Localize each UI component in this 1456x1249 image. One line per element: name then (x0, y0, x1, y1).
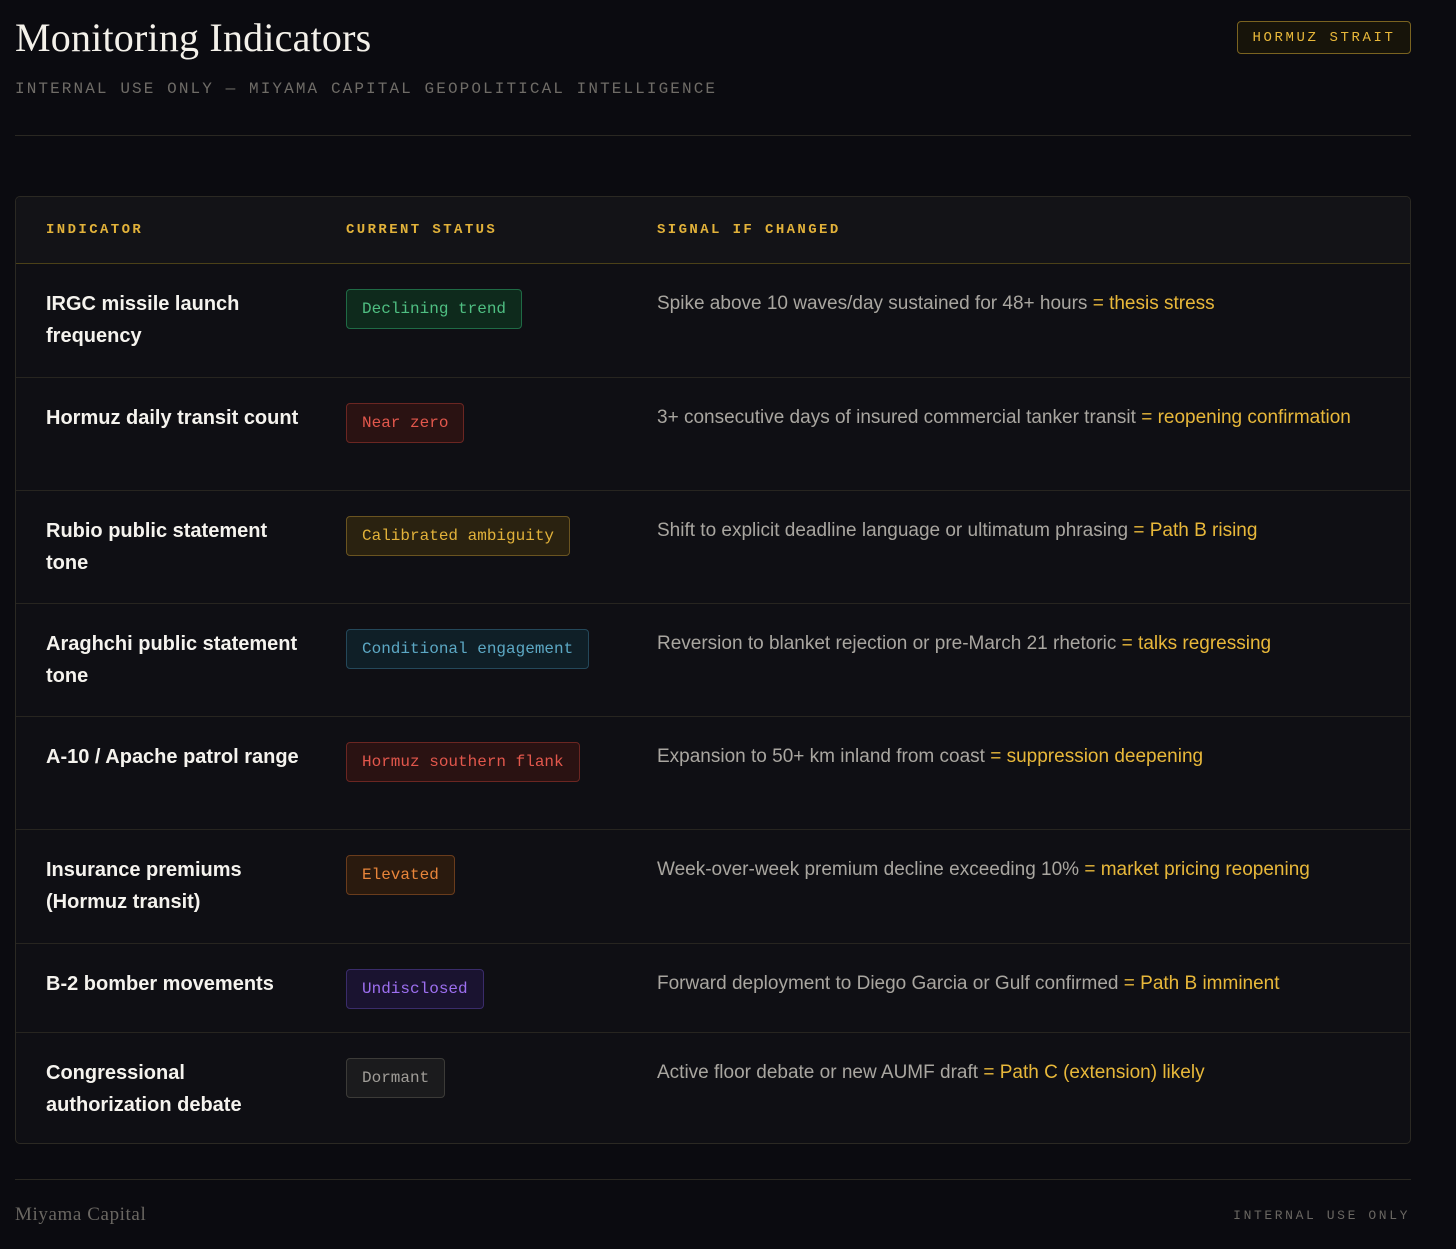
signal-emphasis: = suppression deepening (990, 746, 1204, 767)
table-row: Araghchi public statement tone Condition… (16, 604, 1410, 717)
indicator-name: Hormuz daily transit count (46, 407, 299, 429)
signal-emphasis: = thesis stress (1092, 293, 1215, 314)
signal-text: Week-over-week premium decline exceeding… (657, 859, 1310, 880)
header-divider (15, 135, 1411, 136)
status-badge: Undisclosed (346, 969, 484, 1009)
signal-emphasis: = market pricing reopening (1084, 859, 1310, 880)
status-badge: Near zero (346, 403, 465, 443)
indicator-name: A-10 / Apache patrol range (46, 746, 299, 768)
signal-emphasis: = Path B imminent (1123, 973, 1280, 994)
signal-text: Spike above 10 waves/day sustained for 4… (657, 293, 1215, 314)
signal-text: Shift to explicit deadline language or u… (657, 520, 1258, 541)
signal-text: Active floor debate or new AUMF draft = … (657, 1062, 1205, 1083)
column-header-status: CURRENT STATUS (346, 222, 498, 238)
signal-emphasis: = reopening confirmation (1141, 407, 1351, 428)
status-badge: Dormant (346, 1058, 446, 1098)
table-row: Insurance premiums (Hormuz transit) Elev… (16, 830, 1410, 944)
status-badge: Hormuz southern flank (346, 742, 580, 782)
footer-note: INTERNAL USE ONLY (1233, 1208, 1410, 1223)
indicator-name: Insurance premiums (Hormuz transit) (46, 859, 242, 913)
status-badge: Calibrated ambiguity (346, 516, 571, 556)
page-title: Monitoring Indicators (15, 15, 372, 60)
indicator-name: Rubio public statement tone (46, 520, 268, 574)
indicator-name: Congressional authorization debate (46, 1062, 242, 1116)
table-row: A-10 / Apache patrol range Hormuz southe… (16, 717, 1410, 830)
indicator-name: Araghchi public statement tone (46, 633, 298, 687)
column-header-signal: SIGNAL IF CHANGED (657, 222, 841, 238)
status-badge: Conditional engagement (346, 629, 590, 669)
indicator-name: IRGC missile launch frequency (46, 293, 240, 347)
table-row: Hormuz daily transit count Near zero 3+ … (16, 378, 1410, 491)
signal-emphasis: = Path B rising (1133, 520, 1258, 541)
footer-divider (15, 1179, 1411, 1180)
signal-emphasis: = Path C (extension) likely (983, 1062, 1205, 1083)
signal-text: Expansion to 50+ km inland from coast = … (657, 746, 1204, 767)
status-badge: Elevated (346, 855, 455, 895)
table-header: INDICATOR CURRENT STATUS SIGNAL IF CHANG… (16, 197, 1410, 264)
signal-text: 3+ consecutive days of insured commercia… (657, 407, 1351, 428)
table-row: B-2 bomber movements Undisclosed Forward… (16, 944, 1410, 1033)
table-row: Rubio public statement tone Calibrated a… (16, 491, 1410, 604)
signal-emphasis: = talks regressing (1121, 633, 1272, 654)
footer-brand: Miyama Capital (15, 1204, 147, 1225)
status-badge: Declining trend (346, 289, 523, 329)
table-row: IRGC missile launch frequency Declining … (16, 264, 1410, 378)
indicators-table: INDICATOR CURRENT STATUS SIGNAL IF CHANG… (15, 196, 1411, 1144)
indicator-name: B-2 bomber movements (46, 973, 274, 995)
signal-text: Reversion to blanket rejection or pre-Ma… (657, 633, 1272, 654)
region-badge: HORMUZ STRAIT (1237, 21, 1411, 54)
column-header-indicator: INDICATOR (46, 222, 144, 238)
signal-text: Forward deployment to Diego Garcia or Gu… (657, 973, 1280, 994)
table-row: Congressional authorization debate Dorma… (16, 1033, 1410, 1143)
page-subtitle: INTERNAL USE ONLY — MIYAMA CAPITAL GEOPO… (15, 80, 718, 98)
